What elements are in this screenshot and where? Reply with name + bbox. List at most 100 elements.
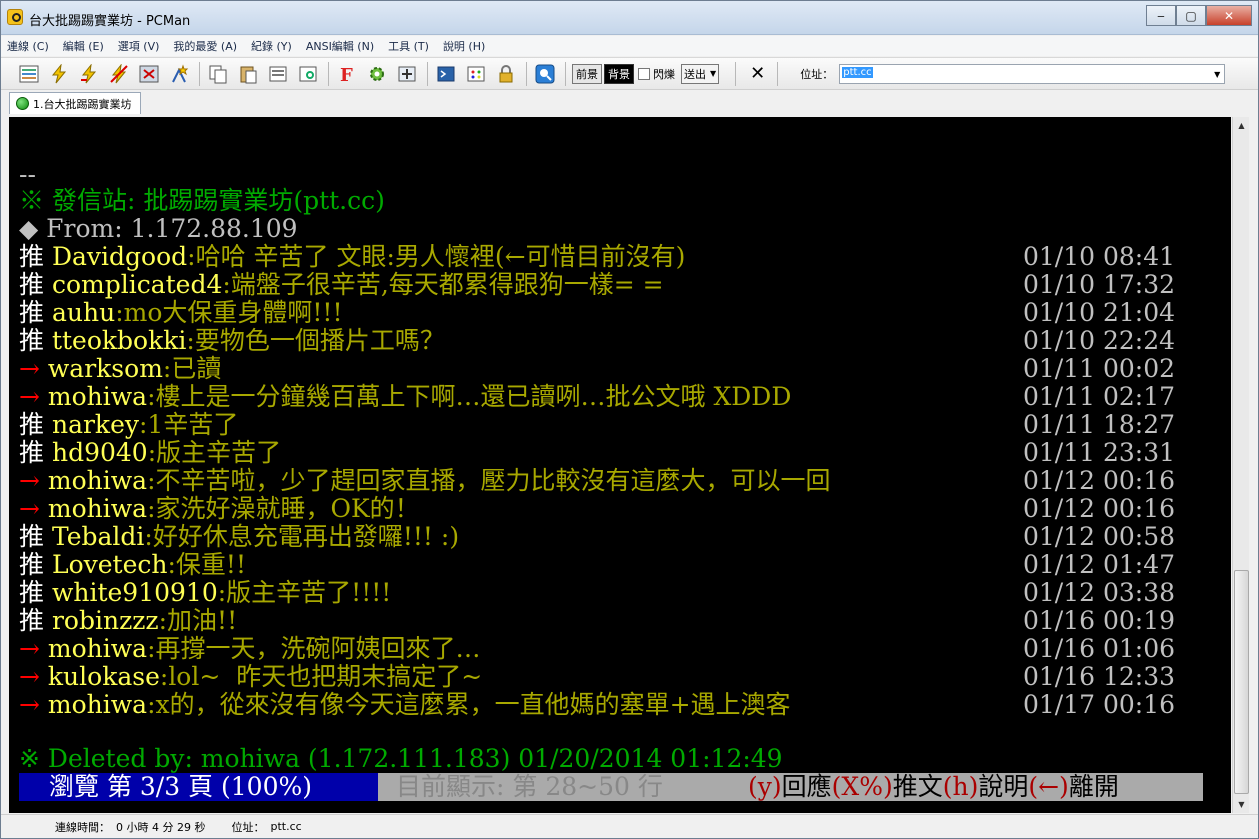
chevron-down-icon: ▼ xyxy=(710,69,717,78)
close-connection-icon[interactable]: ✕ xyxy=(750,63,765,84)
comment-user: robinzzz xyxy=(51,606,159,635)
menu-bar: 連線 (C) 編輯 (E) 選項 (V) 我的最愛 (A) 紀錄 (Y) ANS… xyxy=(1,36,1258,56)
scroll-up-icon[interactable]: ▲ xyxy=(1233,117,1250,134)
copy-article-icon[interactable] xyxy=(266,62,290,86)
comment-user: mohiwa xyxy=(47,634,148,663)
sites-list-icon[interactable] xyxy=(17,62,41,86)
connected-status-icon xyxy=(16,97,29,110)
menu-options[interactable]: 選項 (V) xyxy=(118,38,160,54)
send-dropdown[interactable]: 送出 ▼ xyxy=(681,63,720,84)
comment-user: Tebaldi xyxy=(51,522,145,551)
disconnect-icon[interactable] xyxy=(107,62,131,86)
deleted-line: ※ Deleted by: mohiwa (1.172.111.183) 01/… xyxy=(19,744,783,773)
comment-user: auhu xyxy=(51,298,116,327)
blink-label: 閃爍 xyxy=(653,67,675,81)
menu-log[interactable]: 紀錄 (Y) xyxy=(251,38,292,54)
comment-user: tteokbokki xyxy=(51,326,187,355)
terminal-screen[interactable]: -- ※ 發信站: 批踢踢實業坊(ptt.cc) ◆ From: 1.172.8… xyxy=(9,117,1231,813)
push-tag: 推 xyxy=(19,270,45,299)
push-comment: → kulokase:lol~ 昨天也把期末搞定了~ xyxy=(19,663,482,691)
menu-ansi-edit[interactable]: ANSI編輯 (N) xyxy=(306,38,374,54)
terminal-icon[interactable] xyxy=(434,62,458,86)
comment-text: :端盤子很辛苦,每天都累得跟狗一樣= = xyxy=(222,270,664,299)
paste-icon[interactable] xyxy=(236,62,260,86)
comment-time: 01/10 17:32 xyxy=(1023,270,1176,299)
vertical-scrollbar[interactable]: ▲ ▼ xyxy=(1232,117,1249,813)
close-tab-icon[interactable] xyxy=(137,62,161,86)
push-comment: → mohiwa:再撐一天，洗碗阿姨回來了… xyxy=(19,635,481,663)
comment-user: mohiwa xyxy=(47,494,148,523)
comment-text: :哈哈 辛苦了 文眼:男人懷裡(←可惜目前沒有) xyxy=(187,242,686,271)
push-comment: 推 Lovetech:保重!! xyxy=(19,551,246,579)
blink-toggle[interactable]: 閃爍 xyxy=(638,66,675,82)
font-icon[interactable]: F xyxy=(335,62,359,86)
comment-time: 01/12 00:16 xyxy=(1023,494,1176,523)
action-help: 說明 xyxy=(978,772,1029,801)
push-tag: 推 xyxy=(19,438,45,467)
toolbar: F 前景 背景 閃爍 送出 ▼ ✕ 位址： ptt.cc ▼ xyxy=(1,57,1258,90)
arrow-tag: → xyxy=(19,494,40,523)
connect-icon[interactable] xyxy=(47,62,71,86)
fullscreen-icon[interactable] xyxy=(395,62,419,86)
status-bar: 連線時間： 0 小時 4 分 29 秒 位址： ptt.cc xyxy=(1,814,1258,838)
comment-time: 01/11 23:31 xyxy=(1023,438,1176,467)
view-article-icon[interactable] xyxy=(296,62,320,86)
menu-help[interactable]: 說明 (H) xyxy=(443,38,485,54)
comment-time: 01/12 03:38 xyxy=(1023,578,1176,607)
comment-user: white910910 xyxy=(51,578,218,607)
comment-text: :家洗好澡就睡，OK的！ xyxy=(147,494,420,523)
origin-line: ※ 發信站: 批踢踢實業坊(ptt.cc) xyxy=(19,186,385,215)
push-comment: 推 hd9040:版主辛苦了 xyxy=(19,439,281,467)
add-favorite-icon[interactable] xyxy=(167,62,191,86)
push-comment: 推 narkey:1辛苦了 xyxy=(19,411,238,439)
title-bar: 台大批踢踢實業坊 - PCMan ‒ ▢ ✕ xyxy=(1,1,1258,35)
foreground-color-button[interactable]: 前景 xyxy=(572,63,602,84)
scroll-down-icon[interactable]: ▼ xyxy=(1233,796,1250,813)
background-color-button[interactable]: 背景 xyxy=(604,63,634,84)
comment-user: mohiwa xyxy=(47,466,148,495)
menu-favorites[interactable]: 我的最愛 (A) xyxy=(173,38,237,54)
address-dropdown-icon[interactable]: ▼ xyxy=(1214,70,1220,79)
push-tag: 推 xyxy=(19,326,45,355)
address-label: 位址： xyxy=(800,67,834,81)
maximize-button[interactable]: ▢ xyxy=(1176,5,1206,26)
search-icon[interactable] xyxy=(533,62,557,86)
key-help: (h) xyxy=(942,772,979,801)
settings-gear-icon[interactable] xyxy=(365,62,389,86)
comment-text: :再撐一天，洗碗阿姨回來了… xyxy=(147,634,481,663)
push-tag: 推 xyxy=(19,410,45,439)
comment-time: 01/12 00:58 xyxy=(1023,522,1176,551)
push-comment: 推 robinzzz:加油!! xyxy=(19,607,237,635)
ansi-colors-icon[interactable] xyxy=(464,62,488,86)
signature-separator: -- xyxy=(19,160,36,189)
key-hints: (y)回應(X%)推文(h)說明(←)離開 xyxy=(748,773,1203,801)
comment-text: :好好休息充電再出發囉!!! :) xyxy=(144,522,460,551)
status-address-value: ptt.cc xyxy=(270,820,302,833)
push-tag: 推 xyxy=(19,242,45,271)
window-title: 台大批踢踢實業坊 - PCMan xyxy=(29,14,191,29)
close-button[interactable]: ✕ xyxy=(1206,5,1252,26)
arrow-tag: → xyxy=(19,466,40,495)
comment-text: :已讀 xyxy=(162,354,222,383)
reconnect-icon[interactable] xyxy=(77,62,101,86)
push-comment: 推 white910910:版主辛苦了!!!! xyxy=(19,579,391,607)
pcman-app-icon xyxy=(7,9,23,25)
blink-checkbox[interactable] xyxy=(638,67,650,80)
copy-icon[interactable] xyxy=(206,62,230,86)
lock-icon[interactable] xyxy=(494,62,518,86)
comment-time: 01/16 12:33 xyxy=(1023,662,1176,691)
address-input[interactable]: ptt.cc ▼ xyxy=(839,63,1226,84)
comment-time: 01/16 01:06 xyxy=(1023,634,1176,663)
menu-connect[interactable]: 連線 (C) xyxy=(7,38,49,54)
scrollbar-thumb[interactable] xyxy=(1234,570,1249,794)
status-address-label: 位址： xyxy=(231,820,265,834)
push-comment: → mohiwa:x的，從來沒有像今天這麼累，一直他媽的塞單+遇上澳客 xyxy=(19,691,791,719)
pcman-window: 台大批踢踢實業坊 - PCMan ‒ ▢ ✕ 連線 (C) 編輯 (E) 選項 … xyxy=(0,0,1259,839)
menu-tools[interactable]: 工具 (T) xyxy=(388,38,429,54)
comment-text: :要物色一個播片工嗎？ xyxy=(186,326,445,355)
comment-user: Lovetech xyxy=(51,550,168,579)
tab-ptt[interactable]: 1.台大批踢踢實業坊 xyxy=(9,92,141,114)
menu-edit[interactable]: 編輯 (E) xyxy=(63,38,104,54)
minimize-button[interactable]: ‒ xyxy=(1146,5,1176,26)
comment-time: 01/11 02:17 xyxy=(1023,382,1176,411)
